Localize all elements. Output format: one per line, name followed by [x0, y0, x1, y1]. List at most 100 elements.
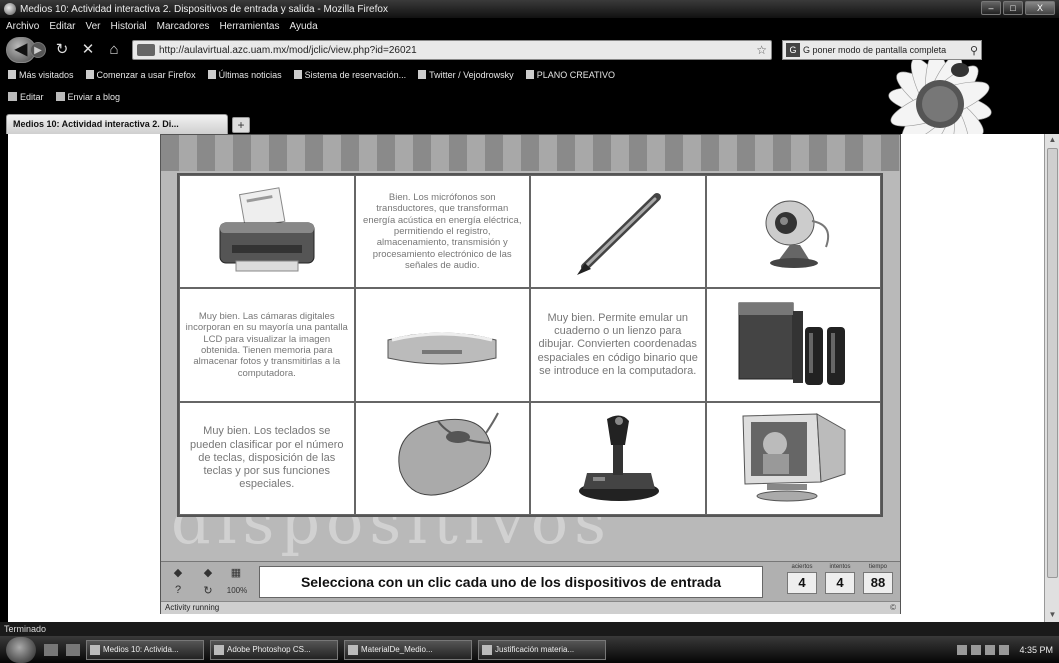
task-firefox[interactable]: Medios 10: Activida... — [86, 639, 204, 660]
cell-monitor[interactable] — [705, 401, 881, 515]
feedback-text: Muy bien. Los teclados se pueden clasifi… — [190, 425, 344, 491]
firefox-icon — [4, 3, 16, 15]
show-desktop-icon[interactable] — [44, 643, 58, 656]
cell-speakers[interactable] — [705, 288, 881, 402]
scroll-up-icon[interactable]: ▲ — [1047, 135, 1058, 146]
task-material-medios[interactable]: MaterialDe_Medio... — [344, 639, 472, 660]
zoom-label[interactable]: 100% — [225, 586, 249, 595]
activity-header-pattern — [161, 135, 900, 171]
tab-strip: Medios 10: Actividad interactiva 2. Di..… — [0, 110, 1059, 134]
cell-joystick[interactable] — [530, 401, 706, 515]
clock[interactable]: 4:35 PM — [1019, 645, 1053, 655]
cell-mouse[interactable] — [354, 401, 530, 515]
site-identity-icon[interactable] — [137, 44, 155, 56]
menu-ver[interactable]: Ver — [85, 21, 100, 32]
task-justificacion[interactable]: Justificación materia... — [478, 639, 606, 660]
tray-icon-security[interactable] — [985, 644, 996, 655]
tray-icon-volume[interactable] — [971, 644, 982, 655]
tab-medios-10[interactable]: Medios 10: Actividad interactiva 2. Di..… — [6, 114, 228, 134]
menu-ayuda[interactable]: Ayuda — [289, 21, 317, 32]
browser-status-bar: Terminado — [0, 622, 1059, 636]
feedback-text: Muy bien. Permite emular un cuaderno o u… — [537, 312, 698, 377]
taskbar: Medios 10: Activida... Adobe Photoshop C… — [0, 636, 1059, 663]
menu-historial[interactable]: Historial — [111, 21, 147, 32]
speakers-icon — [733, 297, 853, 392]
pen-icon — [563, 187, 673, 277]
bookmark-star-icon[interactable]: ☆ — [756, 43, 771, 57]
editar-button[interactable]: Editar — [8, 92, 44, 102]
tiempo-counter: tiempo 88 — [863, 564, 893, 600]
menu-marcadores[interactable]: Marcadores — [157, 21, 210, 32]
close-button[interactable]: X — [1025, 1, 1055, 15]
home-button[interactable]: ⌂ — [104, 40, 124, 60]
cell-feedback-text[interactable]: Muy bien. Permite emular un cuaderno o u… — [530, 288, 706, 402]
intentos-value: 4 — [825, 572, 855, 594]
bookmark-twitter[interactable]: Twitter / Vejodrowsky — [418, 70, 514, 80]
intentos-counter: intentos 4 — [825, 564, 855, 600]
reload-button[interactable]: ↻ — [52, 40, 72, 60]
menu-archivo[interactable]: Archivo — [6, 21, 39, 32]
bookmarks-bar: Más visitados Comenzar a usar Firefox Úl… — [0, 67, 780, 83]
blog-toolbar: Editar Enviar a blog — [0, 88, 400, 106]
window-controls: – □ X — [981, 1, 1055, 15]
help-icon[interactable]: ? — [171, 584, 185, 596]
cell-printer[interactable] — [179, 175, 355, 289]
bookmark-plano-creativo[interactable]: PLANO CREATIVO — [526, 70, 615, 80]
cell-webcam[interactable] — [705, 175, 881, 289]
jclic-icon: © — [890, 603, 896, 612]
activity-controls-bar: ◆ ◆ ▦ ? ↻ 100% Selecciona con un clic ca… — [161, 561, 900, 601]
cell-feedback-text[interactable]: Muy bien. Los teclados se pueden clasifi… — [179, 401, 355, 515]
mouse-icon — [382, 411, 502, 506]
tiempo-value: 88 — [863, 572, 893, 594]
reset-icon[interactable]: ↻ — [201, 584, 215, 597]
cell-feedback-text[interactable]: Muy bien. Las cámaras digitales incorpor… — [179, 288, 355, 402]
tray-icon-language[interactable] — [999, 644, 1010, 655]
enviar-a-blog-button[interactable]: Enviar a blog — [56, 92, 121, 102]
printer-icon — [212, 186, 322, 277]
new-tab-button[interactable]: + — [232, 117, 250, 133]
monitor-icon — [733, 408, 853, 508]
bookmark-sistema-reservacion[interactable]: Sistema de reservación... — [294, 70, 407, 80]
aciertos-value: 4 — [787, 572, 817, 594]
stop-button[interactable]: ✕ — [78, 40, 98, 60]
system-tray: 4:35 PM — [957, 644, 1059, 655]
next-activity-icon[interactable]: ◆ — [201, 566, 215, 579]
tiempo-label: tiempo — [868, 564, 887, 570]
start-button[interactable] — [6, 636, 36, 663]
menu-herramientas[interactable]: Herramientas — [219, 21, 279, 32]
scroll-thumb[interactable] — [1047, 148, 1058, 578]
maximize-button[interactable]: □ — [1003, 1, 1023, 15]
url-text[interactable]: http://aulavirtual.azc.uam.mx/mod/jclic/… — [159, 45, 417, 56]
search-icon[interactable]: ⚲ — [970, 44, 978, 57]
bookmark-ultimas-noticias[interactable]: Últimas noticias — [208, 70, 282, 80]
joystick-icon — [563, 411, 673, 506]
aciertos-counter: aciertos 4 — [787, 564, 817, 600]
vertical-scrollbar[interactable]: ▲ ▼ — [1044, 134, 1059, 622]
cell-feedback-text[interactable]: Bien. Los micrófonos son transductores, … — [354, 175, 530, 289]
search-box[interactable]: G G poner modo de pantalla completa ⚲ — [782, 40, 982, 60]
jclic-activity: dispositivos Bien. Los micrófonos son tr… — [160, 134, 901, 614]
bookmark-comenzar-firefox[interactable]: Comenzar a usar Firefox — [86, 70, 196, 80]
search-input[interactable]: G poner modo de pantalla completa — [803, 45, 970, 55]
menu-editar[interactable]: Editar — [49, 21, 75, 32]
scanner-icon — [382, 310, 502, 380]
activity-status-text: Activity running — [165, 603, 220, 612]
title-bar: Medios 10: Actividad interactiva 2. Disp… — [0, 0, 1059, 18]
task-photoshop[interactable]: Adobe Photoshop CS... — [210, 639, 338, 660]
feedback-text: Bien. Los micrófonos son transductores, … — [363, 191, 522, 272]
window-title: Medios 10: Actividad interactiva 2. Disp… — [20, 3, 388, 15]
aciertos-label: aciertos — [791, 564, 813, 570]
prev-activity-icon[interactable]: ◆ — [171, 566, 185, 579]
google-icon[interactable]: G — [786, 43, 800, 57]
forward-button[interactable]: ▶ — [30, 42, 46, 58]
scroll-down-icon[interactable]: ▼ — [1047, 610, 1058, 621]
cell-pen[interactable] — [530, 175, 706, 289]
url-bar[interactable]: http://aulavirtual.azc.uam.mx/mod/jclic/… — [132, 40, 772, 60]
activity-grid: Bien. Los micrófonos son transductores, … — [177, 173, 883, 517]
cell-scanner[interactable] — [354, 288, 530, 402]
tray-icon-network[interactable] — [957, 644, 968, 655]
bookmark-mas-visitados[interactable]: Más visitados — [8, 70, 74, 80]
minimize-button[interactable]: – — [981, 1, 1001, 15]
reports-icon[interactable]: ▦ — [229, 566, 243, 579]
quicklaunch-icon[interactable] — [66, 643, 80, 656]
